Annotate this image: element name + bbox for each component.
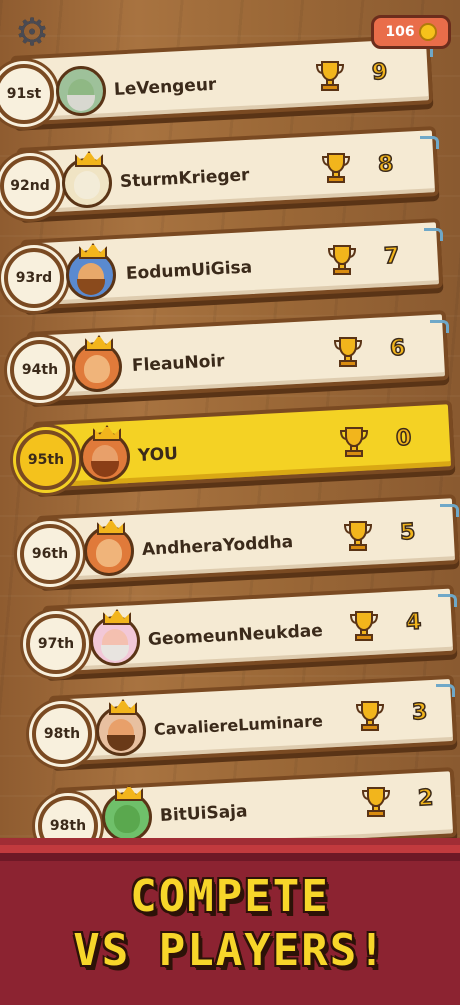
nail-icon [430,320,449,333]
trophy-icon [361,787,391,817]
leaderboard-row[interactable]: 96th AndheraYoddha 5 [0,490,460,586]
player-score: 8 [377,151,395,178]
nail-icon [438,594,457,607]
player-avatar [56,66,106,116]
leaderboard-list[interactable]: 91st LeVengeur 9 92nd SturmKrieger 8 93r… [0,0,460,858]
banner-line-2: VS PLAYERS! [73,925,387,976]
player-score: 2 [417,785,435,812]
player-score: 7 [383,243,401,270]
leaderboard-row[interactable]: 94th FleauNoir 6 [0,306,460,402]
player-avatar [62,151,112,208]
trophy-icon [349,611,379,641]
leaderboard-row[interactable]: 92nd SturmKrieger 8 [0,122,460,218]
leaderboard-row[interactable]: 98th CavaliereLuminare 3 [0,670,460,766]
rank-badge: 98th [32,704,92,764]
player-name: YOU [137,443,179,466]
leaderboard-row-you[interactable]: 95th YOU 0 [0,396,460,492]
nail-icon [436,684,455,697]
player-score: 6 [389,335,407,362]
player-score: 5 [399,519,417,546]
player-score: 4 [405,609,423,636]
nail-icon [420,136,439,149]
promo-banner: COMPETE VS PLAYERS! [0,845,460,1005]
leaderboard-row[interactable]: 97th GeomeunNeukdae 4 [0,580,460,676]
trophy-icon [321,153,351,183]
nail-icon [440,504,459,517]
coin-icon [418,23,437,41]
trophy-icon [333,337,363,367]
trophy-icon [343,521,373,551]
rank-badge: 92nd [0,156,60,216]
rank-badge: 93rd [4,248,64,308]
settings-button[interactable]: ⚙ [12,12,52,52]
rank-badge: 97th [26,614,86,674]
player-avatar [84,519,134,576]
player-avatar [96,699,146,756]
rank-badge: 95th [16,430,76,490]
gear-icon: ⚙ [14,10,50,54]
player-avatar [66,243,116,300]
trophy-icon [355,701,385,731]
banner-line-1: COMPETE [130,871,330,922]
coin-counter[interactable]: 106 [371,15,451,49]
player-score: 3 [411,699,429,726]
trophy-icon [315,61,345,91]
player-avatar [90,609,140,666]
player-avatar [72,335,122,392]
trophy-icon [339,427,369,457]
player-avatar [80,425,130,482]
player-score: 0 [395,425,413,452]
player-avatar [102,785,152,842]
trophy-icon [327,245,357,275]
nail-icon [424,228,443,241]
player-score: 9 [371,59,389,86]
coin-count: 106 [385,24,415,40]
rank-badge: 96th [20,524,80,584]
leaderboard-row[interactable]: 93rd EodumUiGisa 7 [0,214,460,310]
rank-badge: 94th [10,340,70,400]
